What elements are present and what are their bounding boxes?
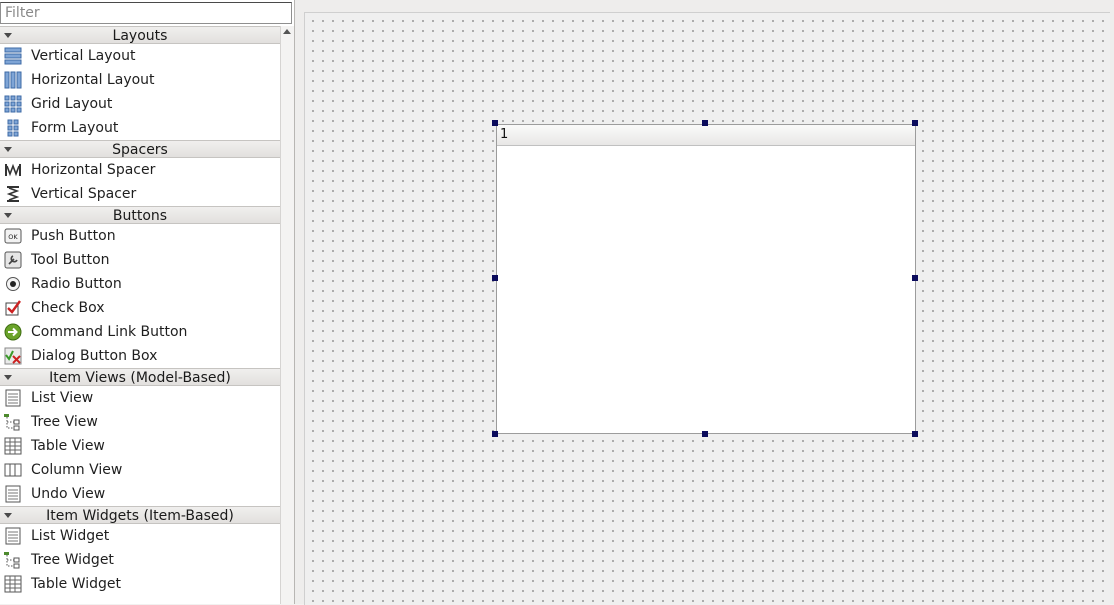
- widget-item[interactable]: Command Link Button: [0, 320, 280, 344]
- widget-item[interactable]: List View: [0, 386, 280, 410]
- widget-item-label: List Widget: [31, 528, 110, 544]
- widget-item[interactable]: Horizontal Layout: [0, 68, 280, 92]
- widget-item-label: Horizontal Layout: [31, 72, 155, 88]
- tool-button-icon: [4, 251, 22, 269]
- command-link-icon: [4, 323, 22, 341]
- widget-item[interactable]: Grid Layout: [0, 92, 280, 116]
- widget-item[interactable]: Form Layout: [0, 116, 280, 140]
- resize-handle-bottom[interactable]: [702, 431, 708, 437]
- category-label: Item Views (Model-Based): [49, 370, 231, 386]
- undo-view-icon: [4, 485, 22, 503]
- widget-item-label: Vertical Layout: [31, 48, 136, 64]
- category-header[interactable]: Item Widgets (Item-Based): [0, 506, 280, 524]
- widget-list-scrollbar[interactable]: [280, 26, 294, 604]
- tree-view-icon: [4, 413, 22, 431]
- category-header[interactable]: Buttons: [0, 206, 280, 224]
- widget-item[interactable]: OK Push Button: [0, 224, 280, 248]
- dialog-button-box-icon: [4, 347, 22, 365]
- widget-item[interactable]: Vertical Layout: [0, 44, 280, 68]
- filter-input[interactable]: [0, 2, 292, 24]
- widget-item-label: Column View: [31, 462, 123, 478]
- widget-item[interactable]: Radio Button: [0, 272, 280, 296]
- expand-arrow-icon[interactable]: [4, 147, 12, 152]
- widget-item-label: Vertical Spacer: [31, 186, 137, 202]
- widget-item-label: Horizontal Spacer: [31, 162, 156, 178]
- widget-item-label: List View: [31, 390, 94, 406]
- category-header[interactable]: Layouts: [0, 26, 280, 44]
- horizontal-spacer-icon: [4, 161, 22, 179]
- widget-item[interactable]: Horizontal Spacer: [0, 158, 280, 182]
- vertical-spacer-icon: [4, 185, 22, 203]
- form-layout-icon: [4, 119, 22, 137]
- expand-arrow-icon[interactable]: [4, 513, 12, 518]
- list-view-icon: [4, 389, 22, 407]
- category-header[interactable]: Spacers: [0, 140, 280, 158]
- selected-list-widget[interactable]: 1: [496, 124, 916, 434]
- column-view-icon: [4, 461, 22, 479]
- widget-item-label: Push Button: [31, 228, 116, 244]
- resize-handle-top-left[interactable]: [492, 120, 498, 126]
- radio-button-icon: [4, 275, 22, 293]
- resize-handle-bottom-left[interactable]: [492, 431, 498, 437]
- resize-handle-top[interactable]: [702, 120, 708, 126]
- list-widget-header: 1: [497, 125, 915, 146]
- widget-item-label: Tool Button: [31, 252, 110, 268]
- widget-item-label: Check Box: [31, 300, 105, 316]
- widget-item-label: Tree Widget: [31, 552, 114, 568]
- list-widget-icon: [4, 527, 22, 545]
- widget-item-label: Form Layout: [31, 120, 119, 136]
- table-view-icon: [4, 437, 22, 455]
- widget-item-label: Undo View: [31, 486, 106, 502]
- resize-handle-left[interactable]: [492, 275, 498, 281]
- category-header[interactable]: Item Views (Model-Based): [0, 368, 280, 386]
- widget-item[interactable]: List Widget: [0, 524, 280, 548]
- widget-item[interactable]: Check Box: [0, 296, 280, 320]
- expand-arrow-icon[interactable]: [4, 33, 12, 38]
- widget-item[interactable]: Tree View: [0, 410, 280, 434]
- widget-item[interactable]: Table View: [0, 434, 280, 458]
- widget-item-label: Dialog Button Box: [31, 348, 158, 364]
- widget-item[interactable]: Table Widget: [0, 572, 280, 596]
- svg-text:OK: OK: [8, 233, 18, 241]
- vertical-layout-icon: [4, 47, 22, 65]
- widget-item-label: Table View: [31, 438, 105, 454]
- check-box-icon: [4, 299, 22, 317]
- widget-item[interactable]: Vertical Spacer: [0, 182, 280, 206]
- widget-item-label: Grid Layout: [31, 96, 113, 112]
- resize-handle-bottom-right[interactable]: [912, 431, 918, 437]
- push-button-icon: OK: [4, 227, 22, 245]
- widget-item-label: Table Widget: [31, 576, 121, 592]
- resize-handle-top-right[interactable]: [912, 120, 918, 126]
- widget-box-panel: Layouts Vertical Layout Horizontal Layout G…: [0, 0, 295, 604]
- grid-layout-icon: [4, 95, 22, 113]
- widget-item-label: Tree View: [31, 414, 98, 430]
- category-label: Buttons: [112, 208, 168, 224]
- tree-widget-icon: [4, 551, 22, 569]
- table-widget-icon: [4, 575, 22, 593]
- category-label: Item Widgets (Item-Based): [46, 508, 234, 524]
- widget-item-label: Radio Button: [31, 276, 122, 292]
- widget-item[interactable]: Dialog Button Box: [0, 344, 280, 368]
- widget-item[interactable]: Tool Button: [0, 248, 280, 272]
- category-label: Spacers: [112, 142, 168, 158]
- widget-item-label: Command Link Button: [31, 324, 188, 340]
- scroll-up-arrow-icon[interactable]: [283, 29, 291, 34]
- widget-item[interactable]: Tree Widget: [0, 548, 280, 572]
- category-label: Layouts: [112, 28, 168, 44]
- expand-arrow-icon[interactable]: [4, 375, 12, 380]
- widget-item[interactable]: Column View: [0, 458, 280, 482]
- horizontal-layout-icon: [4, 71, 22, 89]
- resize-handle-right[interactable]: [912, 275, 918, 281]
- widget-item[interactable]: Undo View: [0, 482, 280, 506]
- widget-list: Layouts Vertical Layout Horizontal Layout G…: [0, 26, 280, 596]
- expand-arrow-icon[interactable]: [4, 213, 12, 218]
